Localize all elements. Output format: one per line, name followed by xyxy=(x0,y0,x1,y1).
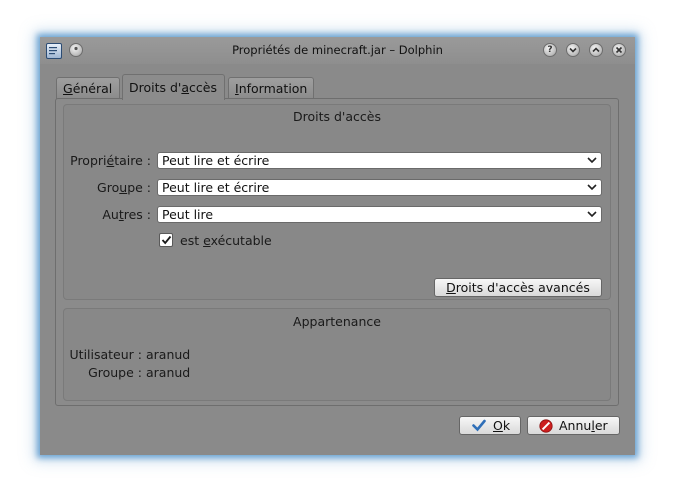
group-permission-select[interactable]: Peut lire et écrire xyxy=(157,179,602,196)
ok-button[interactable]: Ok xyxy=(459,416,521,435)
chevron-down-icon xyxy=(587,157,597,164)
others-permission-select[interactable]: Peut lire xyxy=(157,206,602,223)
executable-label[interactable]: est exécutable xyxy=(180,233,272,248)
properties-dialog: Propriétés de minecraft.jar – Dolphin ? … xyxy=(40,37,635,455)
checkmark-icon xyxy=(161,235,172,245)
owner-label: Propriétaire : xyxy=(70,153,151,168)
close-icon[interactable] xyxy=(612,43,626,57)
group-label: Groupe : xyxy=(97,180,151,195)
owner-permission-select[interactable]: Peut lire et écrire xyxy=(157,152,602,169)
tab-information[interactable]: Information xyxy=(228,77,314,99)
cancel-button[interactable]: Annuler xyxy=(527,416,620,435)
group-owner-value: aranud xyxy=(146,365,191,380)
tab-panel-permissions: Droits d'accès Propriétaire : Peut lire … xyxy=(55,98,619,406)
executable-checkbox[interactable] xyxy=(159,233,173,247)
help-icon[interactable]: ? xyxy=(543,43,557,57)
others-label: Autres : xyxy=(102,207,151,222)
tab-permissions[interactable]: Droits d'accès xyxy=(122,74,225,100)
ownership-group: Appartenance Utilisateur : aranud Groupe… xyxy=(63,308,611,401)
permissions-group-title: Droits d'accès xyxy=(293,109,381,124)
chevron-down-icon xyxy=(587,211,597,218)
minimize-icon[interactable] xyxy=(566,43,580,57)
checkmark-icon xyxy=(472,419,486,432)
title-bar[interactable]: Propriétés de minecraft.jar – Dolphin ? xyxy=(40,37,635,64)
chevron-down-icon xyxy=(587,184,597,191)
user-label: Utilisateur : xyxy=(69,347,142,362)
maximize-icon[interactable] xyxy=(589,43,603,57)
tab-general[interactable]: Général xyxy=(56,77,120,99)
cancel-icon xyxy=(539,419,553,433)
user-value: aranud xyxy=(146,347,191,362)
permissions-group: Droits d'accès Propriétaire : Peut lire … xyxy=(63,104,611,300)
ownership-group-title: Appartenance xyxy=(293,314,381,329)
advanced-permissions-button[interactable]: Droits d'accès avancés xyxy=(434,278,602,297)
group-owner-label: Groupe : xyxy=(88,365,142,380)
